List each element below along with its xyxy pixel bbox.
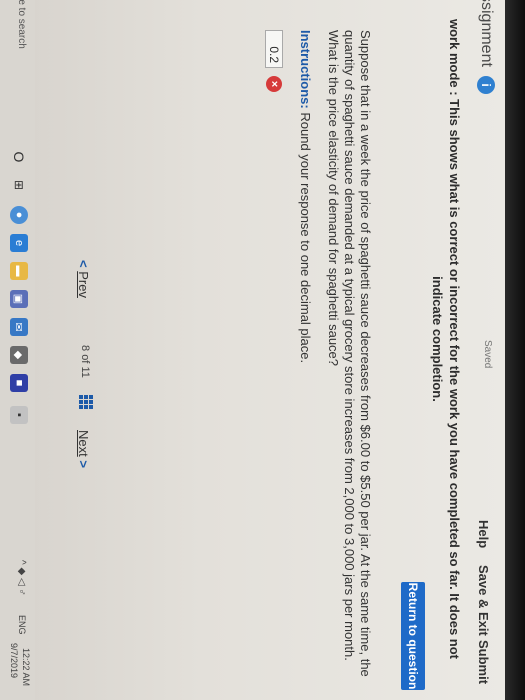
current-page: 8 (79, 345, 91, 352)
assignment-title: ssignment (478, 0, 495, 67)
question-text: Suppose that in a week the price of spag… (326, 30, 373, 677)
next-label: Next (76, 430, 91, 457)
help-link[interactable]: Help (476, 520, 491, 548)
question-grid-icon[interactable] (79, 395, 93, 409)
task-view-icon[interactable]: ⊞ (10, 176, 28, 194)
photos-icon[interactable]: ◆ (10, 346, 28, 364)
clock-time[interactable]: 12:22 AM (21, 648, 31, 686)
instructions-text: Round your response to one decimal place… (298, 112, 313, 364)
save-exit-button[interactable]: Save & Exit (476, 565, 491, 636)
info-icon[interactable]: i (477, 76, 495, 94)
monitor-bezel (505, 0, 525, 700)
page-indicator: 8 of 11 (79, 345, 91, 378)
instructions-label: Instructions: (298, 30, 313, 109)
clock-date[interactable]: 9/7/2019 (9, 643, 19, 678)
review-mode-banner: work mode : This shows what is correct o… (430, 18, 462, 660)
instructions: Instructions: Round your response to one… (298, 30, 313, 363)
language-indicator[interactable]: ENG (17, 615, 27, 635)
screen: ssignment i Saved Help Save & Exit Submi… (0, 0, 505, 700)
taskbar-search-input[interactable]: re to search (16, 0, 27, 49)
answer-input[interactable]: 0.2 (265, 30, 283, 68)
store-icon[interactable]: ▣ (10, 290, 28, 308)
saved-status: Saved (482, 340, 493, 369)
edge-icon[interactable]: e (10, 234, 28, 252)
of-label: of (79, 354, 91, 364)
prev-button[interactable]: < Prev (76, 260, 91, 298)
app-icon[interactable]: ■ (10, 374, 28, 392)
mail-icon[interactable]: ✉ (10, 318, 28, 336)
submit-button[interactable]: Submit (476, 640, 491, 684)
content-canvas: ssignment i Saved Help Save & Exit Submi… (0, 0, 505, 700)
total-pages: 11 (79, 366, 91, 378)
chevron-left-icon: < (76, 260, 91, 268)
prev-label: Prev (76, 271, 91, 298)
chevron-right-icon: > (76, 460, 91, 468)
incorrect-icon: × (266, 76, 282, 92)
file-explorer-icon[interactable]: ▬ (10, 262, 28, 280)
app-icon[interactable]: ▪ (10, 406, 28, 424)
return-to-question-button[interactable]: Return to question (401, 582, 425, 690)
next-button[interactable]: Next > (76, 430, 91, 468)
chrome-icon[interactable]: ● (10, 206, 28, 224)
cortana-icon[interactable]: O (10, 148, 28, 166)
system-tray-icons[interactable]: ^ ◆ ◁ ♂ (16, 560, 27, 596)
